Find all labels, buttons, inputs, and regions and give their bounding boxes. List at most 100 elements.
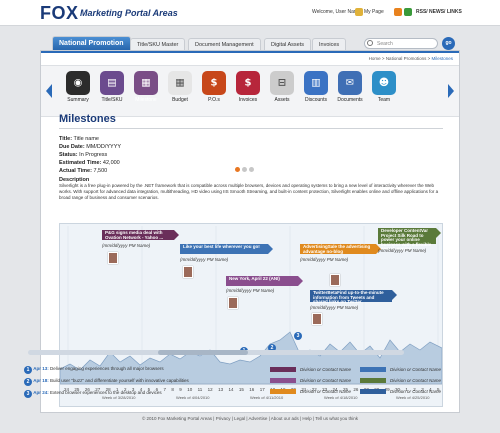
legend-label: Division or Contact Name (390, 389, 442, 394)
date-tick-label: 14 (228, 387, 234, 392)
date-tick-label: 9 (179, 387, 182, 392)
app-carousel: ◉ Summary ▤ Title/SKU ▦ Milestone ▦ Budget $ P.O.… (41, 65, 459, 117)
page-dot[interactable] (242, 167, 247, 172)
legend-label: Division or Contact Name (300, 389, 352, 394)
home-icon[interactable] (355, 8, 363, 16)
legend-swatch (270, 367, 296, 372)
rss-icon[interactable] (394, 8, 402, 16)
event-pm-label: (mm/dd/yyyy PM Name) (226, 288, 275, 293)
footer: © 2010 Fox Marketing Portal Areas | Priv… (141, 416, 359, 421)
event-pm-label: (mm/dd/yyyy PM Name) (300, 257, 349, 262)
timeline-event[interactable]: New York, April 22 (ANI) (226, 276, 303, 286)
event-thumbnail-image[interactable] (183, 266, 193, 278)
tab-digital-assets[interactable]: Digital Assets (264, 38, 312, 50)
go-button[interactable]: go (442, 37, 455, 50)
field-actual-time: Actual Time: 7,500 (59, 168, 108, 174)
tab-national-promotion[interactable]: National Promotion (52, 36, 131, 50)
timeline-scrollbar[interactable] (28, 350, 404, 355)
legend-label: Division or Contact Name (390, 367, 442, 372)
breadcrumb-home[interactable]: Home (369, 56, 381, 61)
page-dot[interactable] (235, 167, 240, 172)
tab-document-management[interactable]: Document Management (188, 38, 261, 50)
note-marker: 1 (24, 366, 32, 374)
breadcrumb-current: Milestones (431, 56, 453, 61)
note-item: 3 Apr 24: Extend browser experiences to … (24, 389, 162, 398)
legend-label: Division or Contact Name (300, 378, 352, 383)
camera-icon: ◉ (66, 71, 90, 95)
timeline-event[interactable]: Like your best life wherever you go! (180, 244, 273, 254)
event-pm-label: (mm/dd/yyyy PM Name) (102, 243, 151, 248)
news-icon[interactable] (404, 8, 412, 16)
scrollbar-thumb[interactable] (158, 350, 248, 355)
app-invoices[interactable]: $ Invoices (233, 71, 263, 103)
main-panel: Home > National Promotions > Milestones … (40, 50, 460, 413)
event-pm-label: (mm/dd/yyyy PM Name) (378, 248, 427, 253)
legend-label: Division or Contact Name (300, 367, 352, 372)
timeline-marker[interactable]: 3 (294, 332, 302, 340)
carousel-prev-arrow-icon[interactable] (46, 84, 52, 98)
timeline-event[interactable]: Developer ContentVar Project Silk Road t… (378, 228, 441, 251)
legend-swatch (270, 378, 296, 383)
top-bar: FOX Marketing Portal Areas Welcome, User… (0, 0, 500, 26)
page-title: Milestones (59, 113, 116, 125)
date-tick-label: 10 (187, 387, 193, 392)
breadcrumb-parent[interactable]: National Promotions (386, 56, 427, 61)
event-thumbnail-image[interactable] (108, 252, 118, 264)
portal-title: Marketing Portal Areas (80, 8, 178, 18)
event-pm-label: (mm/dd/yyyy PM Name) (310, 305, 359, 310)
field-title: Title: Title name (59, 136, 99, 142)
tab-title-sku-master[interactable]: Title/SKU Master (130, 38, 186, 50)
date-tick-label: 12 (207, 387, 213, 392)
search-input[interactable]: Search (364, 38, 438, 49)
date-tick-label: 16 (249, 387, 255, 392)
week-label: Week of 4/25/2010 (396, 395, 430, 400)
chart-icon: ▥ (304, 71, 328, 95)
date-tick-label: 15 (238, 387, 244, 392)
event-thumbnail-image[interactable] (228, 297, 238, 309)
date-tick-label: 11 (197, 387, 203, 392)
event-thumbnail-image[interactable] (312, 313, 322, 325)
app-budget[interactable]: ▦ Budget (165, 71, 195, 103)
fox-logo[interactable]: FOX (40, 3, 79, 24)
week-label: Week of 4/04/2010 (176, 395, 210, 400)
app-assets[interactable]: ⊟ Assets (267, 71, 297, 103)
note-marker: 3 (24, 390, 32, 398)
event-thumbnail-image[interactable] (330, 274, 340, 286)
search-icon (367, 40, 373, 46)
calendar-grid-icon: ▦ (168, 71, 192, 95)
app-p-o-s[interactable]: $ P.O.s (199, 71, 229, 103)
event-pm-label: (mm/dd/yyyy PM Name) (180, 257, 229, 262)
legend-swatch (360, 378, 386, 383)
carousel-next-arrow-icon[interactable] (448, 84, 454, 98)
app-team[interactable]: ☻ Team (369, 71, 399, 103)
note-item: 1 Apr 13: Deliver engaging experiences t… (24, 365, 164, 374)
panel-top-band (41, 51, 459, 53)
date-tick-label: 13 (218, 387, 224, 392)
note-marker: 2 (24, 378, 32, 386)
switch-icon: ⊟ (270, 71, 294, 95)
app-title-sku[interactable]: ▤ Title/SKU (97, 71, 127, 103)
legend-swatch (360, 389, 386, 394)
date-tick-label: 17 (259, 387, 265, 392)
breadcrumb: Home > National Promotions > Milestones (368, 56, 453, 61)
my-page-link[interactable]: My Page (364, 9, 384, 15)
date-tick-label: 26 (353, 387, 359, 392)
calendar-icon: ▦ (134, 71, 158, 95)
tab-invoices[interactable]: Invoices (312, 38, 347, 50)
mail-icon: ✉ (338, 71, 362, 95)
description-text: Silverlight is a free plug-in powered by… (59, 183, 439, 200)
app-summary[interactable]: ◉ Summary (63, 71, 93, 103)
app-milestone[interactable]: ▦ Milestone (128, 66, 164, 112)
rss-news-links[interactable]: RSS/ NEWS/ LINKS (416, 9, 462, 15)
title-divider (59, 128, 443, 129)
legend-label: Division or Contact Name (390, 378, 442, 383)
app-documents[interactable]: ✉ Documents (335, 71, 365, 103)
app-discounts[interactable]: ▥ Discounts (301, 71, 331, 103)
timeline-event[interactable]: AdvertisingSale the advertising advantag… (300, 244, 381, 254)
week-label: Week of 4/11/2010 (250, 395, 284, 400)
carousel-page-indicator (235, 159, 256, 177)
timeline-event[interactable]: P&G signs media deal with Ovation Networ… (102, 230, 179, 240)
page-dot[interactable] (249, 167, 254, 172)
timeline-event[interactable]: TwitterBetaFind up-to-the-minute informa… (310, 290, 397, 304)
note-item: 2 Apr 18: Build user "buzz" and differen… (24, 377, 189, 386)
